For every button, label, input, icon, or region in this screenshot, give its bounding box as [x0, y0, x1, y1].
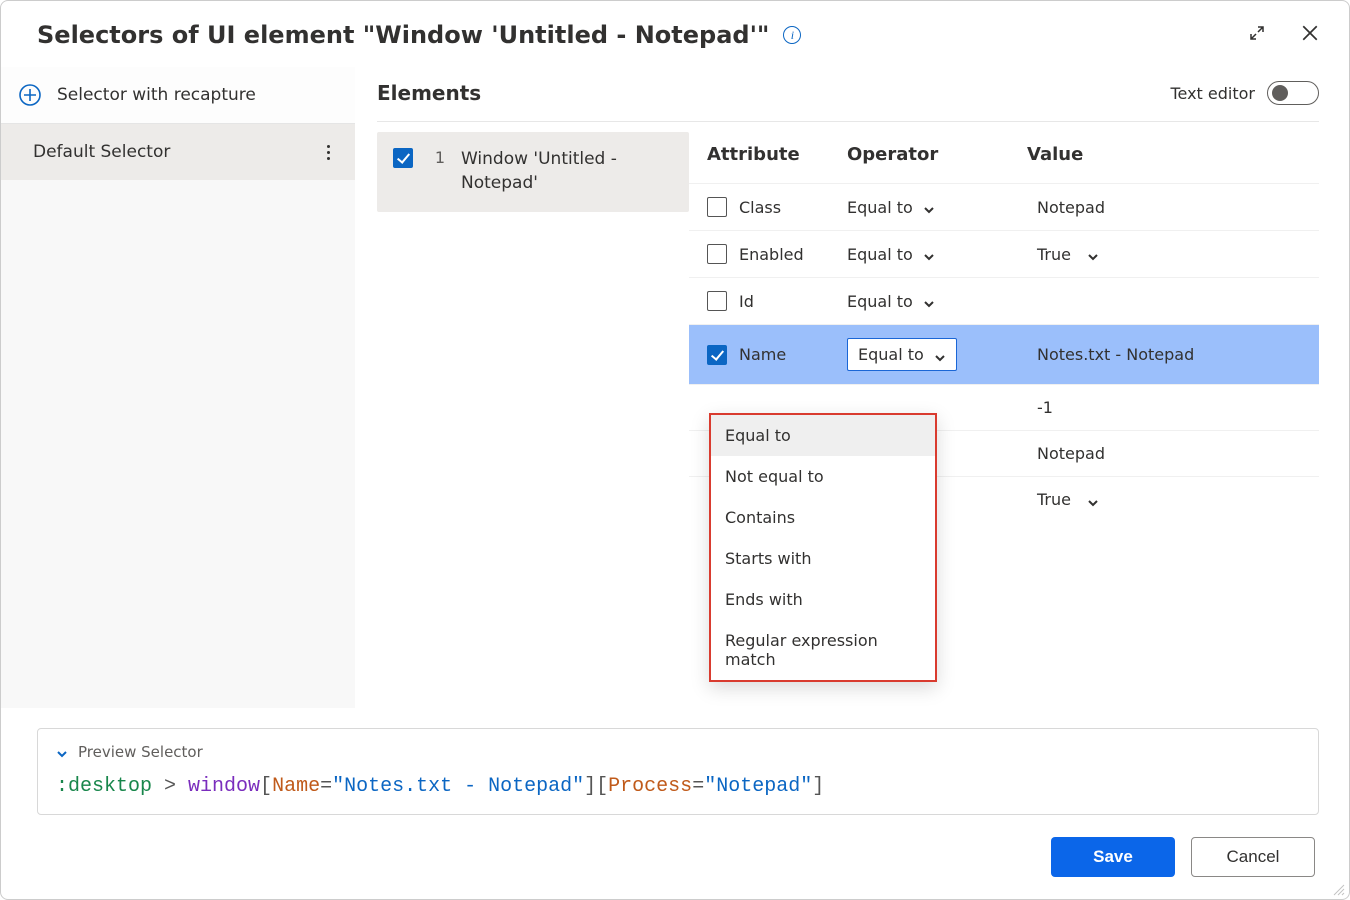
operator-select[interactable]: Equal to	[847, 198, 935, 217]
cancel-button[interactable]: Cancel	[1191, 837, 1315, 877]
add-selector-label: Selector with recapture	[57, 85, 256, 105]
attribute-value[interactable]: True	[1037, 490, 1071, 509]
operator-option[interactable]: Contains	[711, 497, 935, 538]
close-icon[interactable]	[1301, 24, 1319, 46]
preview-toggle[interactable]: Preview Selector	[56, 743, 1300, 761]
preview-code: :desktop > window[Name="Notes.txt - Note…	[56, 775, 1300, 798]
attribute-checkbox[interactable]	[707, 244, 727, 264]
attribute-row[interactable]: Class Equal to Notepad	[689, 183, 1319, 230]
more-vertical-icon[interactable]	[319, 145, 337, 160]
titlebar: Selectors of UI element "Window 'Untitle…	[1, 1, 1349, 65]
elements-heading: Elements	[377, 81, 481, 105]
operator-option[interactable]: Starts with	[711, 538, 935, 579]
sidebar-item-label: Default Selector	[33, 142, 170, 162]
attribute-value[interactable]: Notepad	[1037, 198, 1105, 217]
selector-sidebar: Selector with recapture Default Selector	[1, 65, 355, 708]
preview-label: Preview Selector	[78, 743, 203, 761]
add-selector-button[interactable]: Selector with recapture	[1, 67, 355, 124]
element-checkbox[interactable]	[393, 148, 413, 168]
operator-value: Equal to	[847, 198, 913, 217]
element-index: 1	[429, 148, 445, 167]
footer: Save Cancel	[1, 829, 1349, 899]
attribute-row[interactable]: Enabled Equal to True	[689, 230, 1319, 277]
attribute-value[interactable]: Notepad	[1037, 444, 1105, 463]
attribute-name: Name	[739, 345, 786, 364]
col-attribute: Attribute	[707, 144, 847, 165]
operator-value: Equal to	[847, 292, 913, 311]
text-editor-label: Text editor	[1170, 84, 1255, 103]
attribute-name: Class	[739, 198, 781, 217]
attribute-row[interactable]: Id Equal to	[689, 277, 1319, 324]
chevron-down-icon	[934, 349, 946, 361]
chevron-down-icon	[923, 248, 935, 260]
resize-grip-icon[interactable]	[1331, 881, 1345, 895]
attribute-value[interactable]: Notes.txt - Notepad	[1037, 345, 1194, 364]
dialog-title: Selectors of UI element "Window 'Untitle…	[37, 21, 769, 49]
preview-selector-panel: Preview Selector :desktop > window[Name=…	[37, 728, 1319, 815]
col-value: Value	[1027, 144, 1319, 165]
col-operator: Operator	[847, 144, 1027, 165]
operator-select[interactable]: Equal to	[847, 292, 935, 311]
attribute-checkbox[interactable]	[707, 197, 727, 217]
attribute-checkbox[interactable]	[707, 345, 727, 365]
info-icon[interactable]: i	[783, 26, 801, 44]
chevron-down-icon	[1087, 248, 1099, 260]
operator-option[interactable]: Equal to	[711, 415, 935, 456]
chevron-down-icon	[923, 295, 935, 307]
attribute-row[interactable]: Name Equal to Notes.txt - Notepad	[689, 324, 1319, 384]
sidebar-item-default-selector[interactable]: Default Selector	[1, 124, 355, 180]
chevron-down-icon	[56, 746, 68, 758]
element-row[interactable]: 1 Window 'Untitled - Notepad'	[377, 132, 689, 212]
attribute-value[interactable]: -1	[1037, 398, 1053, 417]
elements-list: 1 Window 'Untitled - Notepad'	[377, 122, 689, 708]
operator-option[interactable]: Not equal to	[711, 456, 935, 497]
chevron-down-icon	[923, 201, 935, 213]
operator-option[interactable]: Regular expression match	[711, 620, 935, 680]
operator-select[interactable]: Equal to	[847, 338, 957, 371]
element-label: Window 'Untitled - Notepad'	[461, 148, 673, 196]
attribute-name: Id	[739, 292, 754, 311]
chevron-down-icon	[1087, 494, 1099, 506]
operator-value: Equal to	[858, 345, 924, 364]
plus-circle-icon	[19, 84, 41, 106]
attribute-value[interactable]: True	[1037, 245, 1071, 264]
selector-builder-dialog: Selectors of UI element "Window 'Untitle…	[0, 0, 1350, 900]
operator-dropdown[interactable]: Equal toNot equal toContainsStarts withE…	[709, 413, 937, 682]
text-editor-toggle[interactable]	[1267, 81, 1319, 105]
expand-icon[interactable]	[1249, 25, 1265, 45]
attribute-name: Enabled	[739, 245, 804, 264]
save-button[interactable]: Save	[1051, 837, 1175, 877]
operator-select[interactable]: Equal to	[847, 245, 935, 264]
operator-value: Equal to	[847, 245, 913, 264]
operator-option[interactable]: Ends with	[711, 579, 935, 620]
attribute-checkbox[interactable]	[707, 291, 727, 311]
